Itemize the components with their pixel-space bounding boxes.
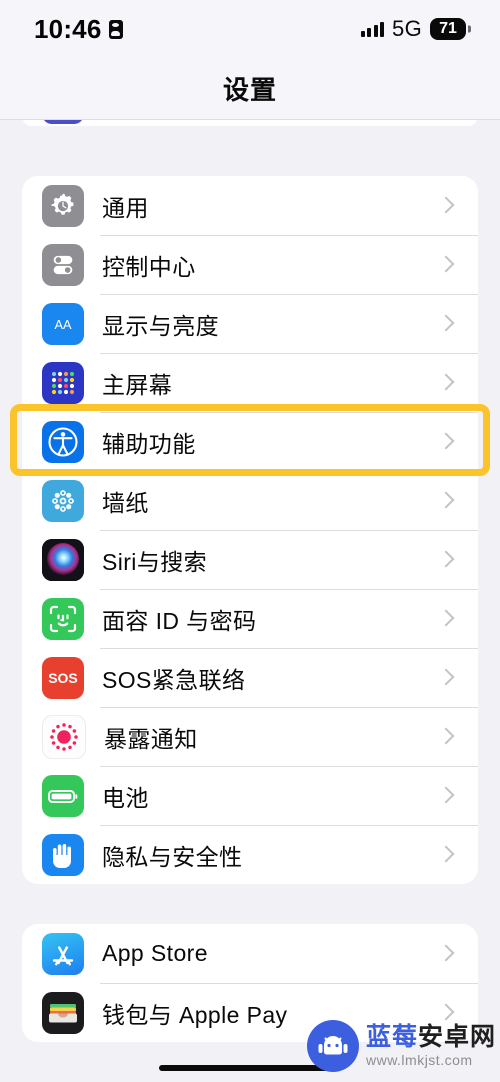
settings-row-label: 面容 ID 与密码 — [102, 607, 257, 634]
settings-row-battery[interactable]: 电池 — [22, 766, 478, 825]
chevron-right-icon — [434, 193, 460, 219]
svg-text:AA: AA — [54, 317, 72, 332]
display-brightness-icon: AA — [42, 302, 84, 345]
exposure-notification-icon — [42, 714, 86, 759]
person-lock-icon — [108, 19, 123, 39]
chevron-right-icon — [434, 724, 460, 750]
settings-row-wallpaper[interactable]: 墙纸 — [22, 471, 478, 530]
siri-icon — [42, 538, 84, 581]
settings-row-siri-search[interactable]: Siri与搜索 — [22, 530, 478, 589]
chevron-right-icon — [434, 370, 460, 396]
settings-row-label: 控制中心 — [102, 253, 196, 280]
settings-row-accessibility[interactable]: 辅助功能 — [22, 412, 478, 471]
settings-row-exposure-notifications[interactable]: 暴露通知 — [22, 707, 478, 766]
app-store-icon — [42, 932, 84, 975]
settings-row-app-store[interactable]: App Store — [22, 924, 478, 983]
settings-row-label: App Store — [102, 940, 208, 966]
settings-row-privacy-security[interactable]: 隐私与安全性 — [22, 825, 478, 884]
settings-row-face-id[interactable]: 面容 ID 与密码 — [22, 589, 478, 648]
settings-row-label: 辅助功能 — [102, 430, 196, 457]
chevron-right-icon — [434, 606, 460, 632]
settings-row-label: 隐私与安全性 — [102, 843, 243, 870]
settings-row-display-brightness[interactable]: AA 显示与亮度 — [22, 294, 478, 353]
chevron-right-icon — [434, 252, 460, 278]
chevron-right-icon — [434, 783, 460, 809]
accessibility-icon — [42, 420, 84, 463]
wallpaper-icon — [42, 479, 84, 522]
settings-row-label: 墙纸 — [102, 489, 149, 516]
page-title: 设置 — [222, 75, 277, 105]
settings-row-label: 主屏幕 — [102, 371, 173, 398]
settings-scroll-view[interactable]: 通用 控制中心 AA 显示与亮度 主屏幕 辅助功能 墙纸 Siri与搜索 面容 … — [0, 116, 500, 1082]
settings-row-label: Siri与搜索 — [102, 548, 208, 575]
chevron-right-icon — [434, 842, 460, 868]
settings-row-label: 通用 — [102, 194, 149, 221]
battery-icon — [42, 774, 84, 817]
chevron-right-icon — [434, 665, 460, 691]
android-robot-icon — [306, 1020, 359, 1072]
status-bar-right: 5G 71 — [360, 16, 466, 42]
chevron-right-icon — [434, 941, 460, 967]
settings-row-label: SOS紧急联络 — [102, 666, 246, 693]
home-screen-icon — [42, 361, 84, 404]
settings-row-control-center[interactable]: 控制中心 — [22, 235, 478, 294]
control-center-icon — [42, 243, 84, 286]
chevron-right-icon — [434, 311, 460, 337]
watermark-url: www.lmkjst.com — [365, 1052, 473, 1068]
face-id-icon — [42, 597, 84, 640]
navigation-bar: 设置 — [0, 58, 500, 120]
svg-text:SOS: SOS — [48, 670, 78, 686]
gear-icon — [42, 184, 84, 227]
watermark-brand: 蓝莓安卓网 — [366, 1025, 496, 1050]
wallet-icon — [42, 991, 84, 1034]
settings-row-home-screen[interactable]: 主屏幕 — [22, 353, 478, 412]
watermark-text: 蓝莓安卓网 www.lmkjst.com — [365, 1025, 496, 1068]
cellular-signal-icon — [360, 21, 385, 37]
settings-row-label: 显示与亮度 — [102, 312, 219, 339]
watermark-brand-dark: 安卓网 — [417, 1023, 496, 1051]
iphone-settings-screen: 10:46 5G 71 设置 通用 控制中心 AA 显示与亮度 主屏幕 辅助功能… — [0, 0, 500, 1082]
chevron-right-icon — [434, 488, 460, 514]
settings-row-general[interactable]: 通用 — [22, 176, 478, 235]
status-bar-left: 10:46 — [34, 14, 123, 45]
status-bar: 10:46 5G 71 — [0, 0, 500, 58]
chevron-right-icon — [434, 547, 460, 573]
site-watermark: 蓝莓安卓网 www.lmkjst.com — [306, 1020, 496, 1072]
settings-row-label: 暴露通知 — [104, 725, 198, 752]
status-time: 10:46 — [34, 13, 102, 44]
system-settings-card: 通用 控制中心 AA 显示与亮度 主屏幕 辅助功能 墙纸 Siri与搜索 面容 … — [22, 176, 478, 884]
network-type-label: 5G — [392, 16, 422, 41]
settings-row-label: 电池 — [102, 784, 149, 811]
sos-icon: SOS — [42, 656, 84, 699]
watermark-brand-blue: 蓝莓 — [365, 1023, 418, 1051]
chevron-right-icon — [434, 429, 460, 455]
settings-row-emergency-sos[interactable]: SOS SOS紧急联络 — [22, 648, 478, 707]
privacy-hand-icon — [42, 833, 84, 876]
battery-indicator: 71 — [430, 18, 466, 40]
